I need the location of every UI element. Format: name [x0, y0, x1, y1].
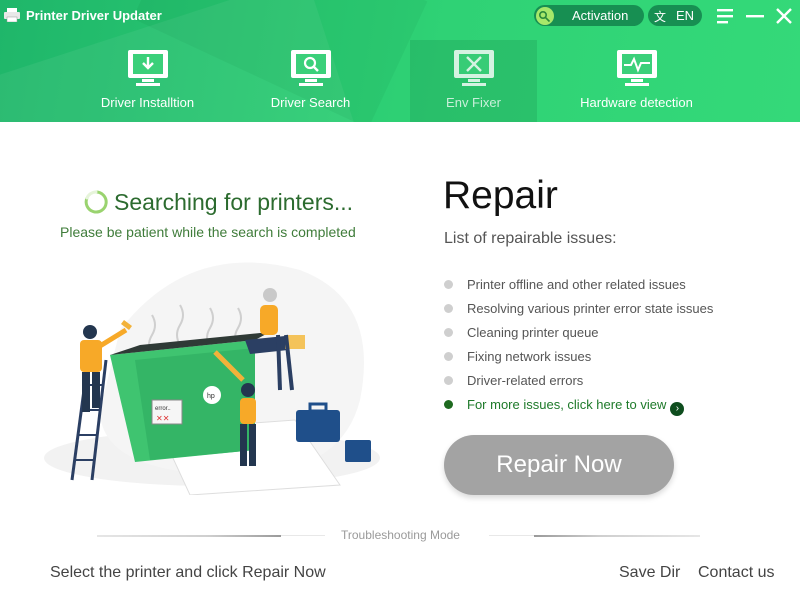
header: Printer Driver Updater Activation 文 EN D…: [0, 0, 800, 122]
issue-label: Fixing network issues: [467, 349, 592, 364]
menu-icon[interactable]: [715, 6, 735, 26]
tab-label: Hardware detection: [580, 95, 693, 110]
tab-label: Env Fixer: [446, 95, 501, 110]
bullet-icon: [444, 400, 453, 409]
svg-text:✕✕: ✕✕: [156, 414, 169, 423]
save-dir-link[interactable]: Save Dir: [619, 564, 680, 582]
bullet-icon: [444, 352, 453, 361]
bullet-icon: [444, 328, 453, 337]
title-bar: Printer Driver Updater Activation 文 EN: [0, 0, 800, 32]
troubleshooting-mode-label: Troubleshooting Mode: [341, 528, 460, 542]
divider: [489, 535, 534, 536]
tab-label: Driver Search: [270, 95, 351, 110]
repair-subtitle: List of repairable issues:: [444, 230, 617, 247]
issue-label: Resolving various printer error state is…: [467, 301, 714, 316]
list-item: Fixing network issues: [443, 347, 713, 371]
tab-env-fixer[interactable]: Env Fixer: [410, 40, 537, 122]
translate-icon: 文: [654, 10, 667, 24]
brand-label: hp: [207, 393, 215, 400]
loading-spinner-icon: [84, 190, 108, 214]
issue-label: Cleaning printer queue: [467, 325, 599, 340]
chevron-right-icon: ›: [670, 402, 685, 416]
download-monitor-icon: [127, 50, 168, 86]
issue-list: Printer offline and other related issues…: [443, 275, 713, 419]
tab-label: Driver Installtion: [100, 95, 195, 110]
bullet-icon: [444, 376, 453, 385]
list-item: Driver-related errors: [443, 371, 713, 395]
minimize-icon[interactable]: [745, 6, 765, 26]
search-title: Searching for printers...: [114, 189, 354, 215]
list-item: Cleaning printer queue: [443, 323, 713, 347]
list-item: Printer offline and other related issues: [443, 275, 713, 299]
bullet-icon: [444, 280, 453, 289]
app-title: Printer Driver Updater: [26, 8, 162, 23]
activation-label: Activation: [572, 8, 629, 23]
pulse-monitor-icon: [616, 50, 657, 86]
divider: [534, 535, 700, 537]
repair-now-button[interactable]: Repair Now: [444, 435, 674, 495]
troubleshooting-mode[interactable]: Troubleshooting Mode: [97, 528, 700, 544]
tab-hardware-detection[interactable]: Hardware detection: [573, 40, 700, 122]
error-label: error..: [155, 406, 171, 412]
more-issues-label: For more issues, click here to view: [467, 397, 667, 412]
activation-button[interactable]: Activation: [534, 5, 644, 26]
search-subtitle: Please be patient while the search is co…: [60, 224, 356, 240]
printer-icon: [4, 8, 20, 22]
tab-driver-installation[interactable]: Driver Installtion: [84, 40, 211, 122]
printer-repair-illustration: error.. ✕✕ hp: [44, 262, 380, 495]
divider: [281, 535, 325, 536]
status-text: Select the printer and click Repair Now: [50, 564, 326, 581]
repair-title: Repair: [443, 174, 558, 217]
issue-label: Printer offline and other related issues: [467, 277, 686, 292]
main-tabs: Driver Installtion Driver Search Env Fix…: [60, 40, 800, 122]
more-issues-link[interactable]: For more issues, click here to view ›: [443, 395, 713, 419]
tools-monitor-icon: [453, 50, 494, 86]
contact-us-link[interactable]: Contact us: [698, 564, 774, 582]
key-icon: [536, 7, 554, 25]
search-monitor-icon: [290, 50, 331, 86]
tab-driver-search[interactable]: Driver Search: [247, 40, 374, 122]
language-button[interactable]: 文 EN: [648, 5, 702, 26]
issue-label: Driver-related errors: [467, 373, 584, 388]
search-status: Searching for printers...: [80, 186, 400, 218]
language-label: EN: [676, 8, 695, 23]
close-icon[interactable]: [774, 6, 794, 26]
list-item: Resolving various printer error state is…: [443, 299, 713, 323]
divider: [97, 535, 281, 537]
bullet-icon: [444, 304, 453, 313]
